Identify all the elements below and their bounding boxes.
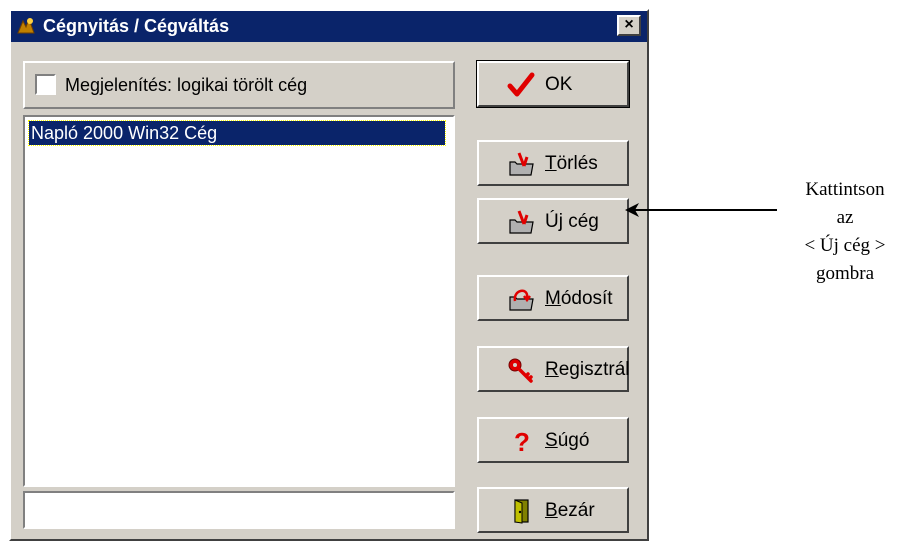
close-label: Bezár xyxy=(545,500,595,521)
ok-button[interactable]: OK xyxy=(476,60,630,108)
company-list[interactable]: Napló 2000 Win32 Cég xyxy=(23,115,455,487)
annotation-line: az xyxy=(836,207,854,228)
company-list-item[interactable]: Napló 2000 Win32 Cég xyxy=(28,120,446,146)
new-company-button[interactable]: Új cég xyxy=(477,198,629,244)
show-deleted-label[interactable]: Megjelenítés: logikai törölt cég xyxy=(65,73,307,97)
app-icon xyxy=(17,17,35,34)
new-company-label: Új cég xyxy=(545,211,599,232)
checkmark-icon xyxy=(507,72,535,97)
company-name-input[interactable] xyxy=(23,491,455,529)
folder-modify-icon xyxy=(509,289,534,311)
close-window-button[interactable]: × xyxy=(617,15,641,36)
register-button[interactable]: Regisztrál xyxy=(477,346,629,392)
company-open-dialog: Cégnyitás / Cégváltás × Megjelenítés: lo… xyxy=(9,9,649,541)
key-icon xyxy=(508,358,533,383)
modify-button[interactable]: Módosít xyxy=(477,275,629,321)
show-deleted-option[interactable]: Megjelenítés: logikai törölt cég xyxy=(23,61,455,109)
instruction-annotation: Kattintson az < Új cég > gombra xyxy=(780,176,910,288)
door-icon xyxy=(514,499,529,524)
annotation-line: gombra xyxy=(815,263,875,284)
annotation-line: Kattintson xyxy=(805,179,885,200)
svg-text:?: ? xyxy=(514,427,530,455)
delete-button[interactable]: Törlés xyxy=(477,140,629,186)
window-title: Cégnyitás / Cégváltás xyxy=(43,16,230,36)
title-bar[interactable]: Cégnyitás / Cégváltás × xyxy=(11,11,647,42)
modify-label: Módosít xyxy=(545,288,613,309)
question-mark-icon: ? xyxy=(514,427,530,455)
pointer-arrow-icon xyxy=(625,203,777,217)
show-deleted-checkbox[interactable] xyxy=(35,74,56,95)
close-button[interactable]: Bezár xyxy=(477,487,629,533)
help-button[interactable]: ? Súgó xyxy=(477,417,629,463)
register-label: Regisztrál xyxy=(545,359,630,380)
help-label: Súgó xyxy=(545,430,590,451)
folder-new-icon xyxy=(509,210,534,234)
delete-label: Törlés xyxy=(545,153,598,174)
folder-delete-icon xyxy=(509,152,534,176)
ok-label: OK xyxy=(545,74,573,95)
annotation-line: < Új cég > xyxy=(804,235,886,256)
